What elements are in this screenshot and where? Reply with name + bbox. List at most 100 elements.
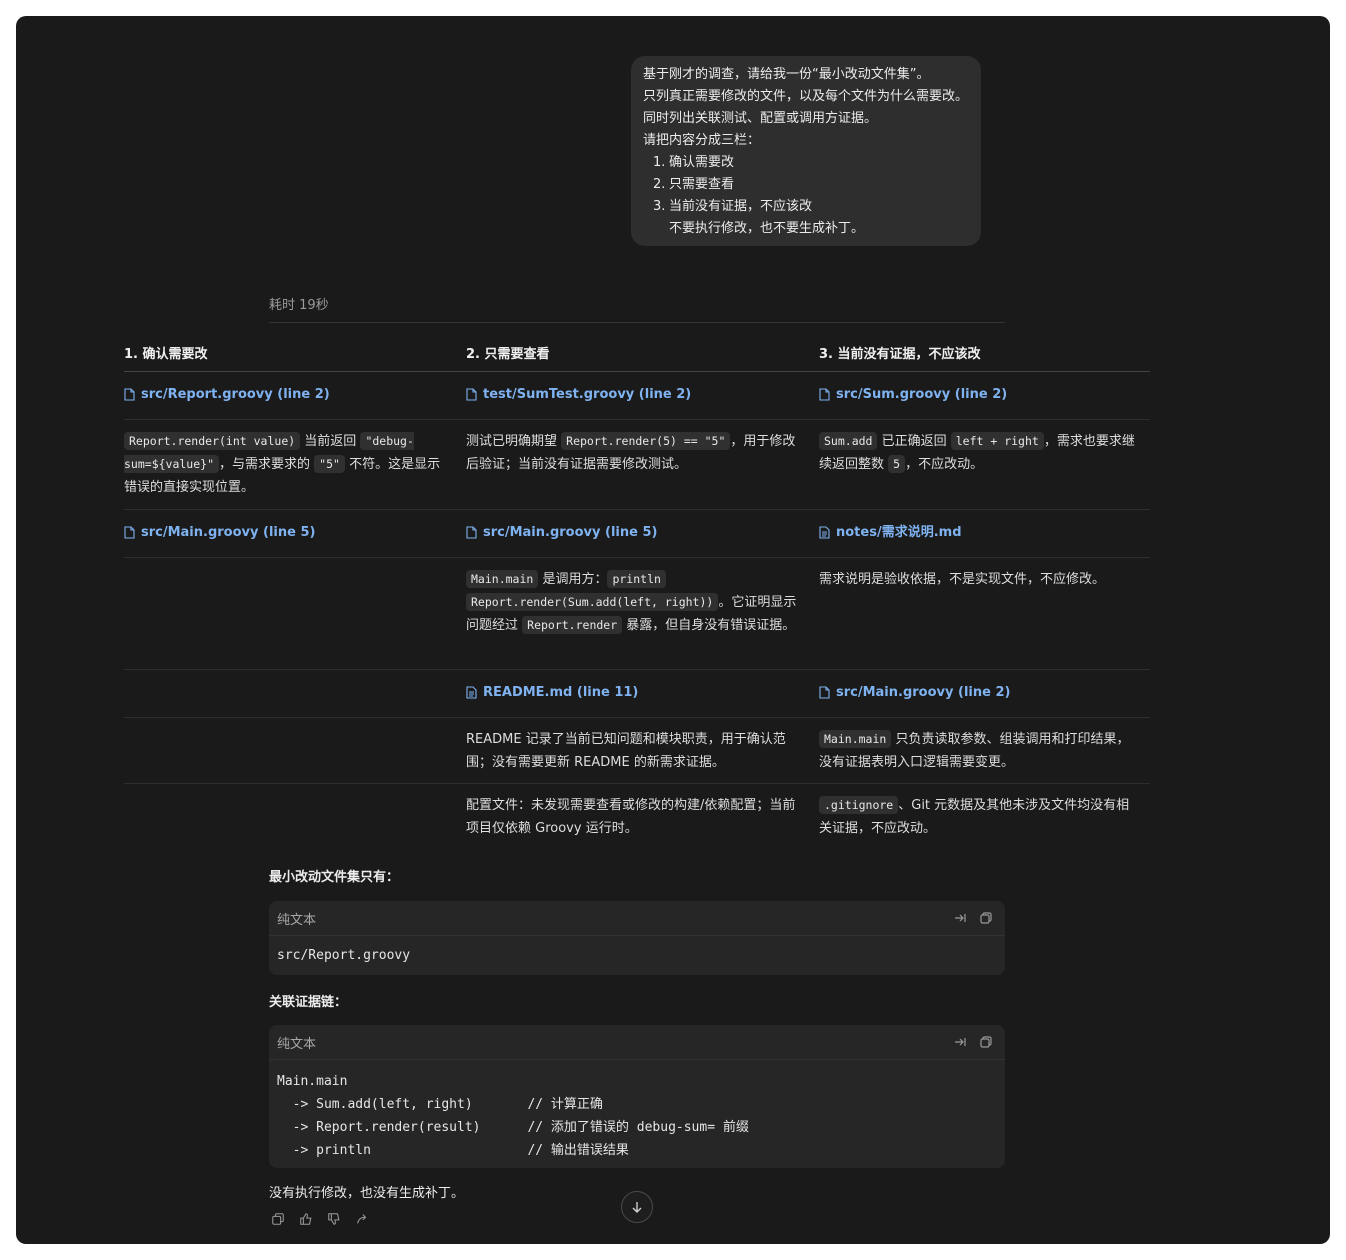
code-content: Main.main -> Sum.add(left, right) // 计算正… <box>277 1074 749 1158</box>
list-number: 3. <box>653 199 666 214</box>
note-icon <box>466 685 477 699</box>
file-link-label: test/SumTest.groovy (line 2) <box>483 386 692 402</box>
thumbs-down-icon[interactable] <box>327 1212 343 1228</box>
table-cell: Main.main 只负责读取参数、组装调用和打印结果，没有证据表明入口逻辑需要… <box>819 728 1150 783</box>
cell-text: 测试已明确期望 <box>466 434 562 449</box>
table-cell: .gitignore 、Git 元数据及其他未涉及文件均没有相关证据，不应改动。 <box>819 794 1150 850</box>
inline-code: Report.render(int value) <box>124 432 301 450</box>
inline-code: left + right <box>950 432 1044 450</box>
user-message-line: 基于刚才的调查，请给我一份“最小改动文件集”。 <box>643 67 930 82</box>
file-link-main-line5-c1[interactable]: src/Main.groovy (line 5) <box>124 521 315 544</box>
chat-window: 基于刚才的调查，请给我一份“最小改动文件集”。 只列真正需要修改的文件，以及每个… <box>16 16 1330 1244</box>
table-row: README.md (line 11) src/Main.groovy (lin… <box>124 670 1150 718</box>
code-block-header: 纯文本 <box>269 901 1005 936</box>
table-cell: 测试已明确期望 Report.render(5) == "5" ，用于修改后验证；… <box>466 430 819 509</box>
cell-text: ，与需求要求的 <box>219 457 315 472</box>
file-link-sumtest[interactable]: test/SumTest.groovy (line 2) <box>466 383 691 406</box>
evidence-chain-label: 关联证据链： <box>269 995 348 1010</box>
table-cell: README 记录了当前已知问题和模块职责，用于确认范围；没有需要更新 READ… <box>466 732 786 770</box>
file-link-label: notes/需求说明.md <box>836 524 962 540</box>
code-block-evidence-chain: 纯文本 Main.main -> Sum.add(left, right) //… <box>269 1025 1005 1168</box>
share-icon[interactable] <box>355 1212 371 1228</box>
user-message-line: 同时列出关联测试、配置或调用方证据。 <box>643 111 878 126</box>
table-cell <box>124 568 466 669</box>
file-link-label: src/Sum.groovy (line 2) <box>836 386 1008 402</box>
column-header-no-evidence: 3. 当前没有证据，不应该改 <box>819 347 981 362</box>
cell-text: 当前返回 <box>300 434 361 449</box>
note-icon <box>819 525 830 539</box>
inline-code: Report.render(5) == "5" <box>561 432 731 450</box>
inline-code: Sum.add <box>819 432 878 450</box>
table-row: Main.main 是调用方： println Report.render(Sum.… <box>124 558 1150 670</box>
copy-icon[interactable] <box>271 1212 287 1228</box>
list-text: 确认需要改 <box>669 155 735 170</box>
cell-text: 是调用方： <box>538 572 608 587</box>
file-link-sum[interactable]: src/Sum.groovy (line 2) <box>819 383 1007 406</box>
file-link-label: README.md (line 11) <box>483 684 639 700</box>
file-link-requirements-note[interactable]: notes/需求说明.md <box>819 521 962 544</box>
cell-text: 已正确返回 <box>877 434 951 449</box>
copy-icon[interactable] <box>979 911 993 925</box>
file-icon <box>466 387 477 401</box>
table-row: Report.render(int value) 当前返回 "debug-sum… <box>124 420 1150 510</box>
list-number: 2. <box>653 177 666 192</box>
code-content: src/Report.groovy <box>277 948 411 963</box>
divider <box>269 322 1005 323</box>
file-icon <box>819 387 830 401</box>
file-link-label: src/Report.groovy (line 2) <box>141 386 330 402</box>
code-block-header: 纯文本 <box>269 1025 1005 1060</box>
inline-code: .gitignore <box>819 796 899 814</box>
table-row: src/Report.groovy (line 2) test/SumTest.… <box>124 372 1150 420</box>
table-row: 配置文件：未发现需要查看或修改的构建/依赖配置；当前项目仅依赖 Groovy 运… <box>124 784 1150 850</box>
list-item: 2. 只需要查看 <box>643 174 969 196</box>
table-cell: 需求说明是验收依据，不是实现文件，不应修改。 <box>819 572 1106 587</box>
inline-code: "5" <box>314 455 345 473</box>
table-cell: Main.main 是调用方： println Report.render(Sum.… <box>466 568 819 669</box>
minimal-set-label: 最小改动文件集只有： <box>269 870 400 885</box>
inline-code: Main.main <box>466 570 539 588</box>
elapsed-time[interactable]: 耗时 19秒 <box>269 294 329 313</box>
user-message-bubble: 基于刚才的调查，请给我一份“最小改动文件集”。 只列真正需要修改的文件，以及每个… <box>631 56 981 246</box>
file-link-report[interactable]: src/Report.groovy (line 2) <box>124 383 330 406</box>
inline-code: Report.render(Sum.add(left, right)) <box>466 593 719 611</box>
file-link-main-line2[interactable]: src/Main.groovy (line 2) <box>819 681 1010 704</box>
table-header: 1. 确认需要改 2. 只需要查看 3. 当前没有证据，不应该改 <box>124 341 1150 372</box>
copy-icon[interactable] <box>979 1035 993 1049</box>
user-message-line: 请把内容分成三栏： <box>643 133 761 148</box>
wrap-icon[interactable] <box>953 1035 967 1049</box>
table-row: src/Main.groovy (line 5) src/Main.groovy… <box>124 510 1150 558</box>
table-cell: Sum.add 已正确返回 left + right ，需求也要求继续返回整数 5… <box>819 430 1150 509</box>
arrow-down-icon <box>632 1202 642 1213</box>
file-link-main-line5[interactable]: src/Main.groovy (line 5) <box>466 521 657 544</box>
list-continuation: 不要执行修改，也不要生成补丁。 <box>669 221 865 236</box>
code-language-label: 纯文本 <box>277 912 317 928</box>
file-link-label: src/Main.groovy (line 5) <box>141 524 316 540</box>
table-cell: 配置文件：未发现需要查看或修改的构建/依赖配置；当前项目仅依赖 Groovy 运… <box>466 798 796 836</box>
column-header-confirm: 1. 确认需要改 <box>124 347 208 362</box>
list-text: 只需要查看 <box>669 177 735 192</box>
code-block-minimal-set: 纯文本 src/Report.groovy <box>269 901 1005 975</box>
thumbs-up-icon[interactable] <box>299 1212 315 1228</box>
table-row: README 记录了当前已知问题和模块职责，用于确认范围；没有需要更新 READ… <box>124 718 1150 784</box>
file-link-label: src/Main.groovy (line 5) <box>483 524 658 540</box>
scroll-down-button[interactable] <box>621 1191 653 1223</box>
final-note: 没有执行修改，也没有生成补丁。 <box>269 1186 465 1201</box>
column-header-view-only: 2. 只需要查看 <box>466 347 550 362</box>
user-message-list: 1. 确认需要改 2. 只需要查看 3. 当前没有证据，不应该改 <box>643 152 969 218</box>
wrap-icon[interactable] <box>953 911 967 925</box>
cell-text: 暴露，但自身没有错误证据。 <box>622 618 796 633</box>
file-icon <box>124 387 135 401</box>
inline-code: println <box>607 570 666 588</box>
message-actions <box>271 1212 371 1228</box>
file-link-label: src/Main.groovy (line 2) <box>836 684 1011 700</box>
list-item: 3. 当前没有证据，不应该改 <box>643 196 969 218</box>
list-item: 1. 确认需要改 <box>643 152 969 174</box>
inline-code: 5 <box>888 455 906 473</box>
inline-code: Report.render <box>522 616 623 634</box>
file-icon <box>124 525 135 539</box>
evidence-table: 1. 确认需要改 2. 只需要查看 3. 当前没有证据，不应该改 src/Rep… <box>124 341 1150 850</box>
file-icon <box>819 685 830 699</box>
file-icon <box>466 525 477 539</box>
file-link-readme[interactable]: README.md (line 11) <box>466 681 638 704</box>
table-cell: Report.render(int value) 当前返回 "debug-sum… <box>124 430 466 509</box>
